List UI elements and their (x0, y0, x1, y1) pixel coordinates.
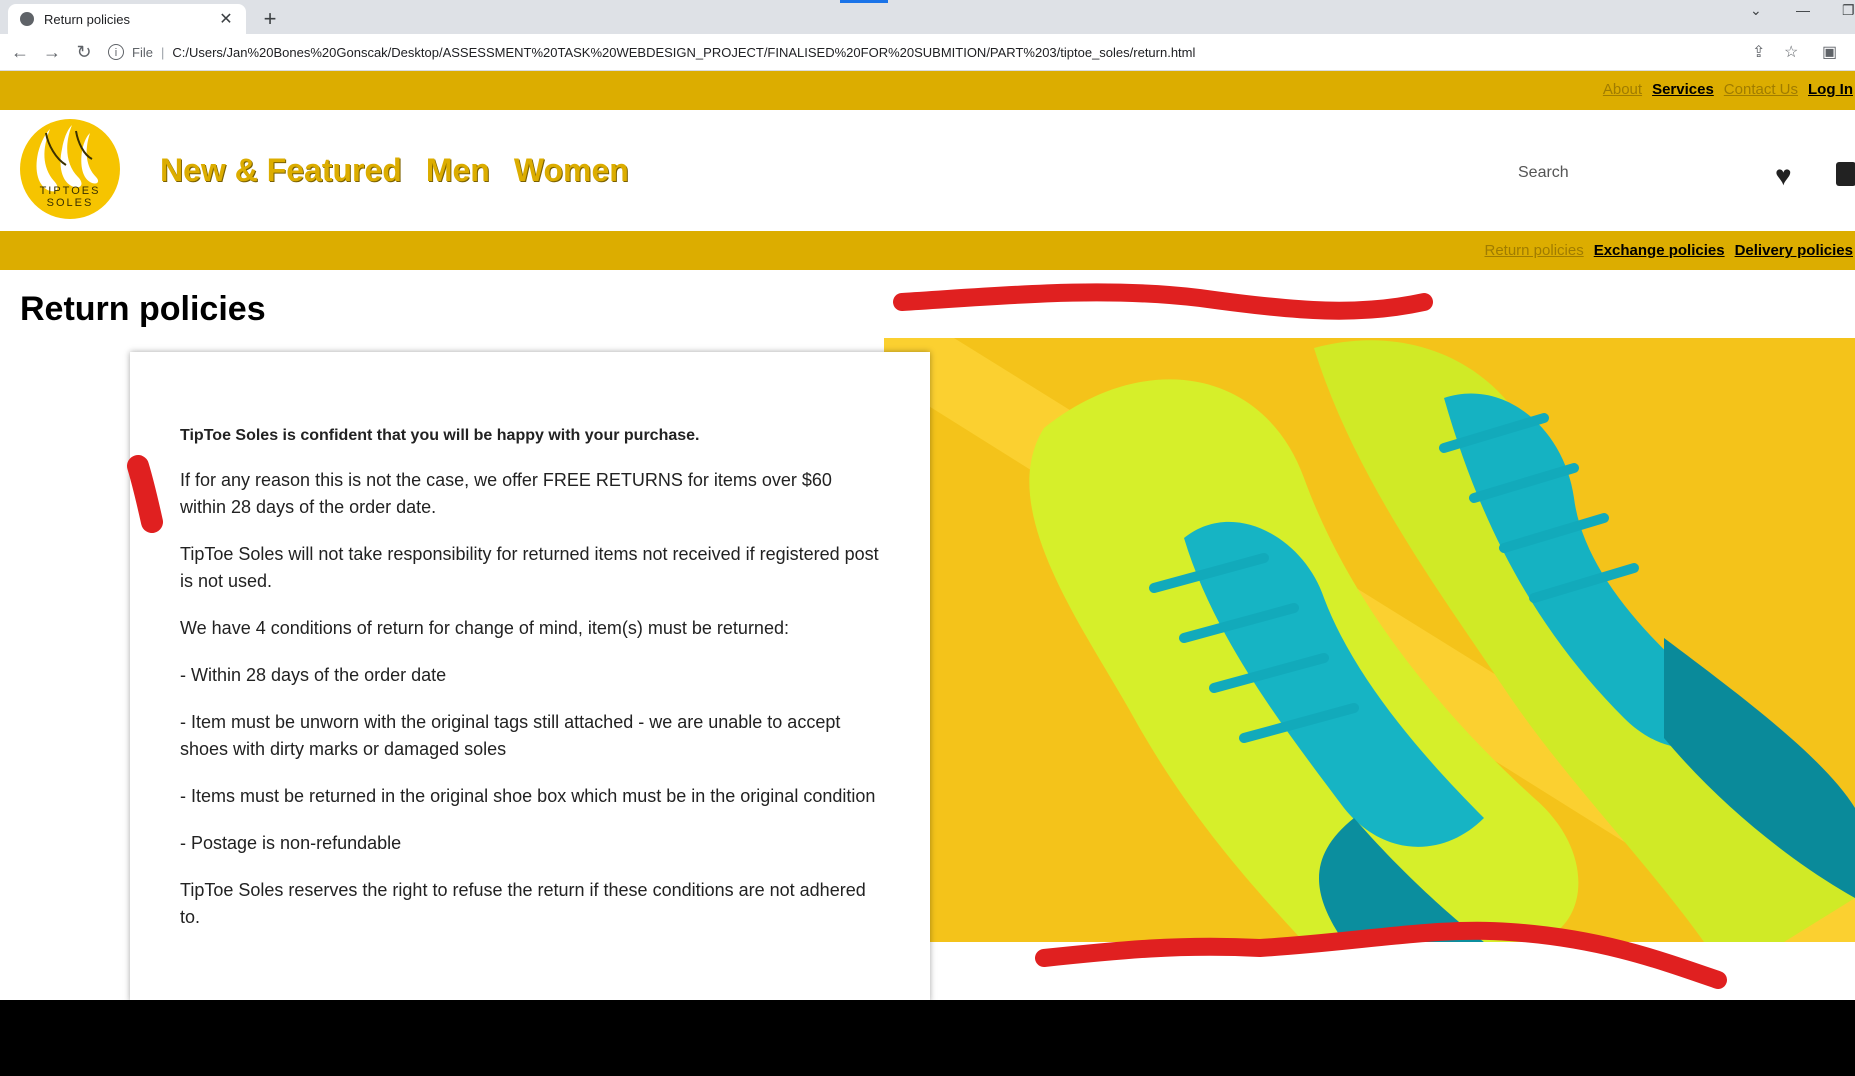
top-utility-bar: About Services Contact Us Log In (0, 71, 1855, 110)
browser-toolbar: ← → ↻ i File | C:/Users/Jan%20Bones%20Go… (0, 34, 1855, 71)
delivery-policies-link[interactable]: Delivery policies (1735, 242, 1853, 259)
forward-icon[interactable]: → (40, 40, 64, 64)
search-input[interactable] (1516, 160, 1680, 186)
tab-indicator (840, 0, 888, 3)
tab-title: Return policies (44, 11, 130, 27)
new-tab-button[interactable]: + (258, 6, 282, 32)
policy-condition: - Items must be returned in the original… (180, 786, 876, 806)
restore-button[interactable]: ❐ (1842, 2, 1855, 19)
site-header: TIPTOES SOLES New & Featured Men Women ♥ (0, 110, 1855, 231)
globe-icon (20, 12, 34, 26)
url-scheme: File (132, 44, 153, 60)
taskbar-area (0, 1000, 1855, 1076)
address-bar[interactable]: i File | C:/Users/Jan%20Bones%20Gonscak/… (108, 38, 1748, 66)
policy-lead: TipToe Soles is confident that you will … (180, 427, 700, 444)
return-policies-link[interactable]: Return policies (1484, 242, 1583, 259)
nav-women[interactable]: Women (514, 152, 629, 189)
star-icon[interactable]: ☆ (1784, 42, 1798, 62)
login-link[interactable]: Log In (1808, 81, 1853, 98)
share-icon[interactable]: ⇪ (1752, 42, 1765, 62)
url-separator: | (160, 44, 165, 60)
url-text: C:/Users/Jan%20Bones%20Gonscak/Desktop/A… (172, 44, 1196, 60)
policy-nav-bar: Return policies Exchange policies Delive… (0, 231, 1855, 270)
info-icon[interactable]: i (108, 44, 124, 60)
chevron-down-icon[interactable]: ⌄ (1750, 2, 1762, 19)
policy-condition: - Postage is non-refundable (180, 833, 402, 853)
logo[interactable]: TIPTOES SOLES (20, 119, 120, 219)
policy-paragraph: If for any reason this is not the case, … (180, 470, 832, 517)
minimize-button[interactable]: — (1796, 2, 1810, 18)
policy-paragraph: We have 4 conditions of return for chang… (180, 618, 789, 638)
page-title: Return policies (20, 290, 266, 328)
sneakers-image (884, 338, 1855, 942)
sidepanel-icon[interactable]: ▣ (1822, 42, 1837, 62)
close-tab-icon[interactable]: ✕ (218, 9, 234, 29)
nav-new-featured[interactable]: New & Featured (160, 152, 402, 189)
heart-icon[interactable]: ♥ (1775, 160, 1792, 192)
shopping-bag-icon[interactable] (1836, 162, 1855, 186)
logo-text-line2: SOLES (46, 197, 94, 209)
browser-tab-bar: Return policies ✕ + ⌄ — ❐ (0, 0, 1855, 34)
contact-link[interactable]: Contact Us (1724, 81, 1798, 98)
services-link[interactable]: Services (1652, 81, 1714, 98)
logo-text-line1: TIPTOES (39, 185, 101, 197)
policy-card: TipToe Soles is confident that you will … (130, 352, 930, 1002)
main-nav: New & Featured Men Women (160, 152, 629, 189)
exchange-policies-link[interactable]: Exchange policies (1594, 242, 1725, 259)
policy-paragraph: TipToe Soles will not take responsibilit… (180, 544, 879, 591)
policy-condition: - Within 28 days of the order date (180, 665, 447, 685)
browser-tab[interactable]: Return policies ✕ (8, 4, 246, 34)
about-link[interactable]: About (1603, 81, 1642, 98)
policy-paragraph: TipToe Soles reserves the right to refus… (180, 880, 866, 927)
policy-condition: - Item must be unworn with the original … (180, 712, 841, 759)
reload-icon[interactable]: ↻ (72, 40, 96, 64)
nav-men[interactable]: Men (426, 152, 490, 189)
back-icon[interactable]: ← (8, 40, 32, 64)
